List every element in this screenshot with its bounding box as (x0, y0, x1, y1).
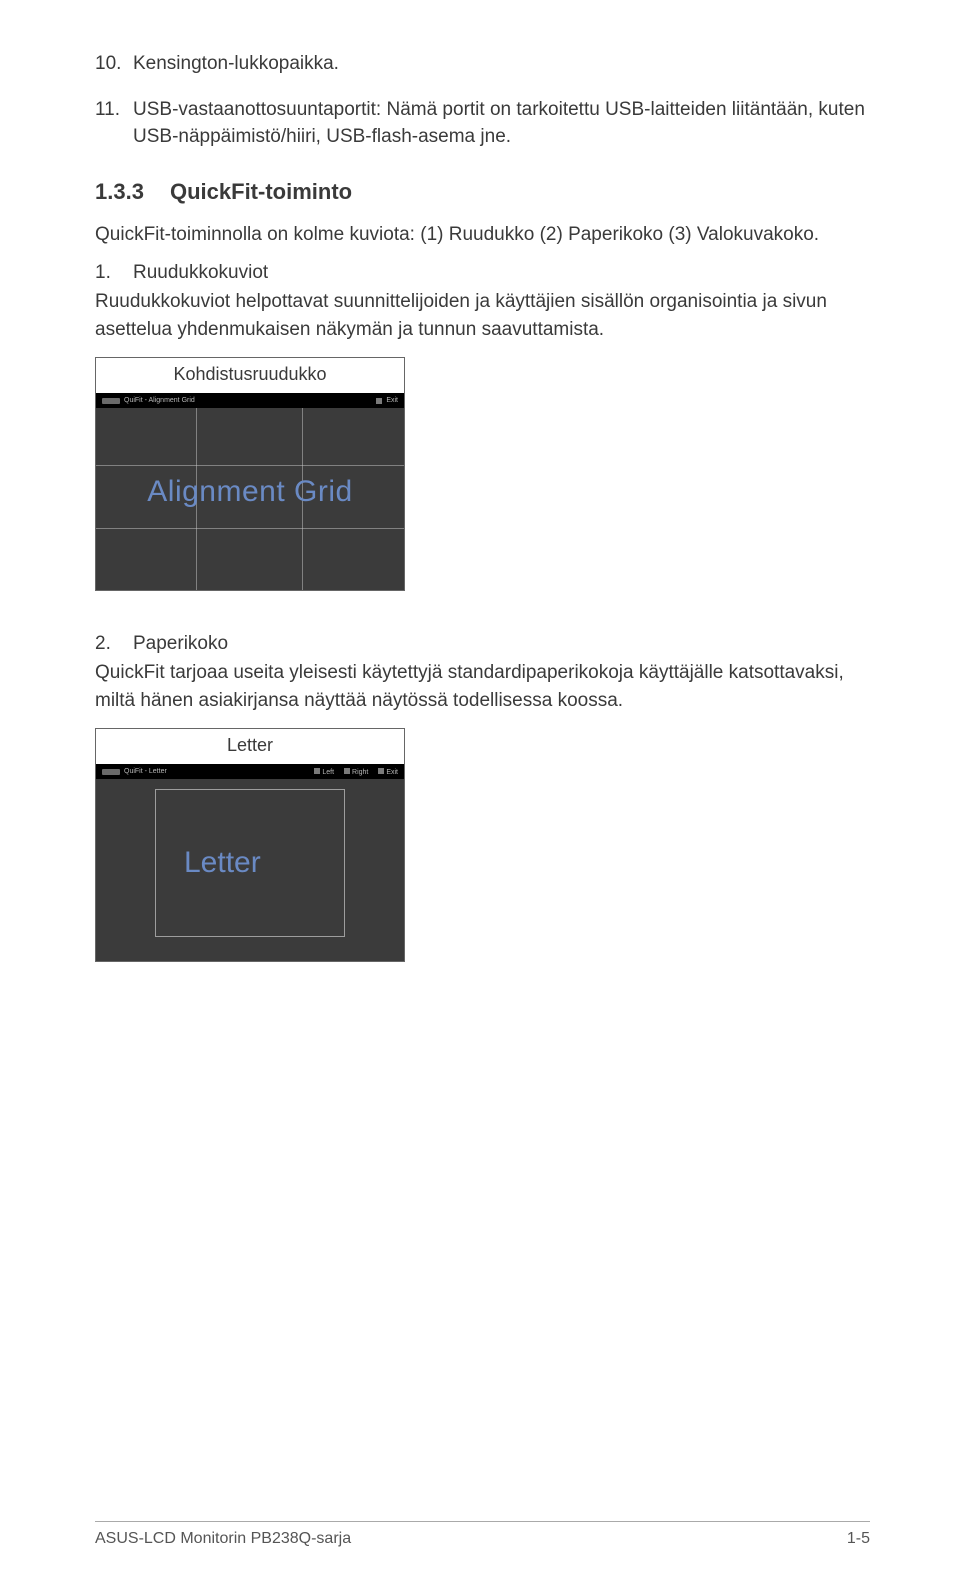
preview-topbar: QuiFit - Alignment Grid Exit (96, 393, 404, 408)
letter-inner-box: Letter (155, 789, 345, 937)
list-text: USB-vastaanottosuuntaportit: Nämä portit… (133, 96, 870, 151)
sub1-body: Ruudukkokuviot helpottavat suunnittelijo… (95, 288, 870, 343)
asus-logo-icon (102, 398, 120, 404)
figure-alignment-grid: Kohdistusruudukko QuiFit - Alignment Gri… (95, 357, 405, 591)
arrow-down-icon (314, 768, 320, 774)
alignment-grid-preview: QuiFit - Alignment Grid Exit Alignment G… (96, 393, 404, 590)
section-intro: QuickFit-toiminnolla on kolme kuviota: (… (95, 221, 870, 249)
figure-caption: Letter (96, 729, 404, 764)
topbar-label: QuiFit - Letter (124, 768, 167, 775)
topbar-exit: Exit (386, 397, 398, 404)
menu-icon (376, 398, 382, 404)
sub-title: Paperikoko (133, 633, 228, 655)
figure-letter: Letter QuiFit - Letter Left Right Exit (95, 728, 405, 962)
letter-preview: QuiFit - Letter Left Right Exit Letter (96, 764, 404, 961)
subsection-1-heading: 1. Ruudukkokuviot (95, 262, 870, 284)
sub-title: Ruudukkokuviot (133, 262, 268, 284)
topbar-right: Right (352, 769, 368, 776)
section-number: 1.3.3 (95, 179, 170, 205)
list-item-11: 11. USB-vastaanottosuuntaportit: Nämä po… (95, 96, 870, 151)
grid-hline (96, 465, 404, 466)
sub-number: 1. (95, 262, 133, 284)
grid-hline (96, 528, 404, 529)
topbar-label: QuiFit - Alignment Grid (124, 397, 195, 404)
figure-caption: Kohdistusruudukko (96, 358, 404, 393)
footer-page-number: 1-5 (847, 1530, 870, 1548)
sub-number: 2. (95, 633, 133, 655)
footer-left: ASUS-LCD Monitorin PB238Q-sarja (95, 1530, 351, 1548)
menu-icon (378, 768, 384, 774)
subsection-2-heading: 2. Paperikoko (95, 633, 870, 655)
section-heading: 1.3.3 QuickFit-toiminto (95, 179, 870, 205)
list-text: Kensington-lukkopaikka. (133, 50, 870, 78)
arrow-up-icon (344, 768, 350, 774)
list-number: 10. (95, 50, 133, 78)
preview-topbar: QuiFit - Letter Left Right Exit (96, 764, 404, 779)
list-item-10: 10. Kensington-lukkopaikka. (95, 50, 870, 78)
footer-rule (95, 1521, 870, 1522)
list-number: 11. (95, 96, 133, 151)
topbar-left: Left (322, 769, 334, 776)
letter-text: Letter (184, 846, 261, 880)
topbar-exit: Exit (386, 769, 398, 776)
alignment-grid-text: Alignment Grid (147, 475, 352, 509)
asus-logo-icon (102, 769, 120, 775)
section-title: QuickFit-toiminto (170, 179, 352, 205)
page-footer: ASUS-LCD Monitorin PB238Q-sarja 1-5 (95, 1530, 870, 1548)
sub2-body: QuickFit tarjoaa useita yleisesti käytet… (95, 659, 870, 714)
